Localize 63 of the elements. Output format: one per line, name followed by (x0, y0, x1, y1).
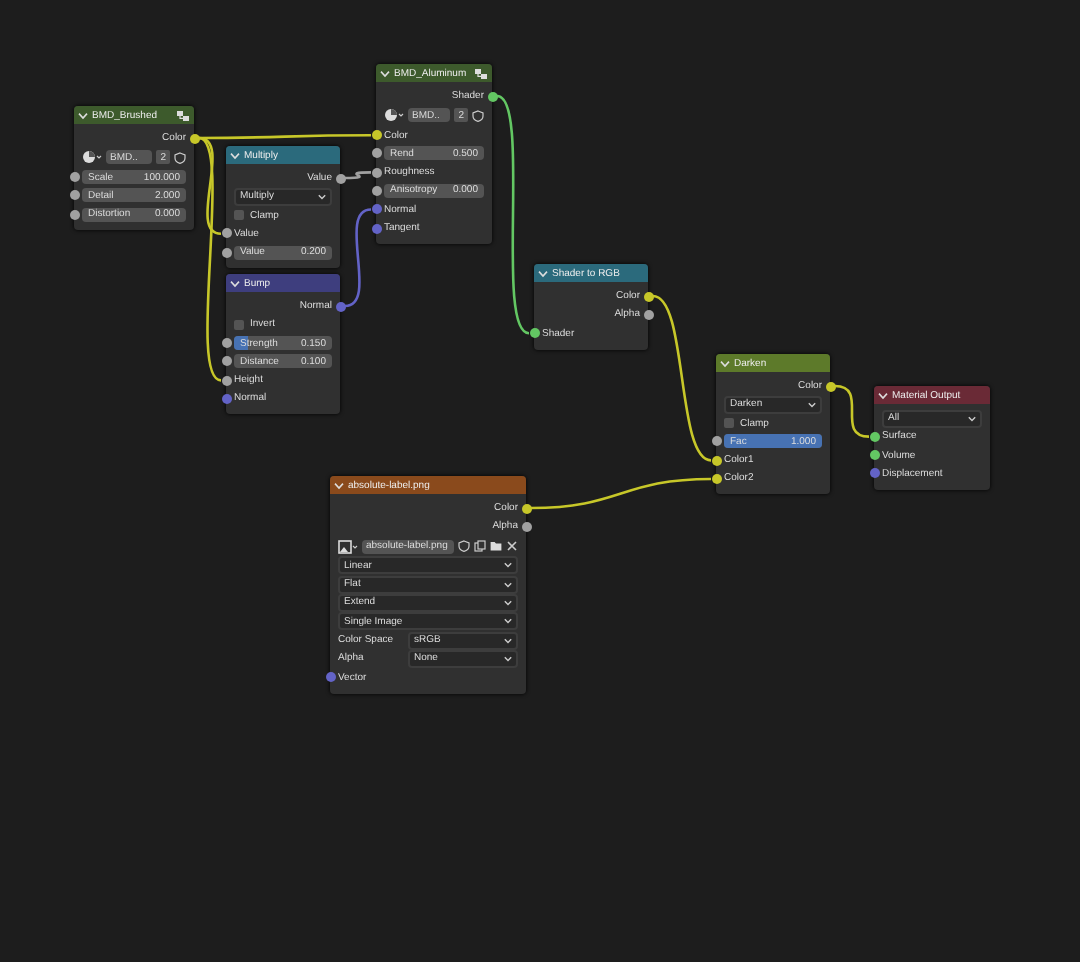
input-socket[interactable] (529, 328, 539, 339)
shield-icon[interactable] (472, 109, 484, 122)
input-socket[interactable] (371, 148, 381, 159)
input-socket[interactable] (371, 185, 381, 196)
collapse-icon[interactable] (538, 269, 548, 277)
input-socket[interactable] (371, 223, 381, 234)
input-socket[interactable] (869, 431, 879, 442)
collapse-icon[interactable] (230, 279, 240, 287)
node-link (834, 384, 870, 438)
output-socket[interactable] (521, 503, 531, 513)
copy-icon[interactable] (474, 540, 486, 553)
input-socket[interactable] (711, 436, 721, 447)
input-socket[interactable] (69, 172, 79, 183)
caret-icon (504, 562, 512, 569)
checkbox[interactable] (234, 319, 244, 330)
output-socket[interactable] (643, 291, 653, 301)
input-socket[interactable] (221, 375, 231, 386)
input-socket[interactable] (221, 247, 231, 258)
output-socket[interactable] (825, 381, 835, 391)
input-socket[interactable] (325, 672, 335, 683)
output-socket[interactable] (521, 521, 531, 532)
caret-icon (504, 599, 512, 606)
collapse-icon[interactable] (380, 69, 390, 77)
input-socket[interactable] (869, 450, 879, 461)
input-socket[interactable] (371, 130, 381, 141)
output-socket[interactable] (335, 173, 345, 183)
caret-icon (968, 415, 976, 421)
input-socket[interactable] (371, 204, 381, 215)
input-socket[interactable] (221, 356, 231, 367)
collapse-icon[interactable] (878, 391, 888, 399)
node-link (344, 208, 372, 308)
input-socket[interactable] (221, 393, 231, 404)
input-socket[interactable] (711, 455, 721, 466)
node-group-icon[interactable] (176, 109, 190, 121)
checkbox[interactable] (234, 210, 244, 221)
close-icon[interactable] (506, 540, 518, 553)
input-socket[interactable] (711, 473, 721, 484)
collapse-icon[interactable] (78, 111, 88, 119)
collapse-icon[interactable] (230, 151, 240, 159)
collapse-icon[interactable] (334, 481, 344, 489)
caret-icon (318, 193, 326, 200)
output-socket[interactable] (643, 309, 653, 320)
input-socket[interactable] (869, 468, 879, 479)
caret-icon (504, 637, 512, 644)
collapse-icon[interactable] (720, 359, 730, 367)
caret-icon (808, 401, 816, 408)
checkbox[interactable] (724, 418, 734, 429)
caret-icon (504, 618, 512, 625)
folder-icon[interactable] (490, 540, 502, 553)
input-socket[interactable] (221, 338, 231, 349)
node-link (345, 171, 371, 180)
shield-icon[interactable] (458, 540, 470, 553)
shield-icon[interactable] (174, 151, 186, 164)
input-socket[interactable] (221, 228, 231, 239)
caret-icon (504, 655, 512, 662)
input-socket[interactable] (69, 209, 79, 220)
output-socket[interactable] (487, 91, 497, 101)
image-icon[interactable] (338, 539, 358, 554)
output-socket[interactable] (189, 133, 199, 143)
caret-icon (504, 581, 512, 588)
node-group-icon[interactable] (474, 67, 488, 79)
input-socket[interactable] (371, 167, 381, 178)
input-socket[interactable] (69, 190, 79, 201)
